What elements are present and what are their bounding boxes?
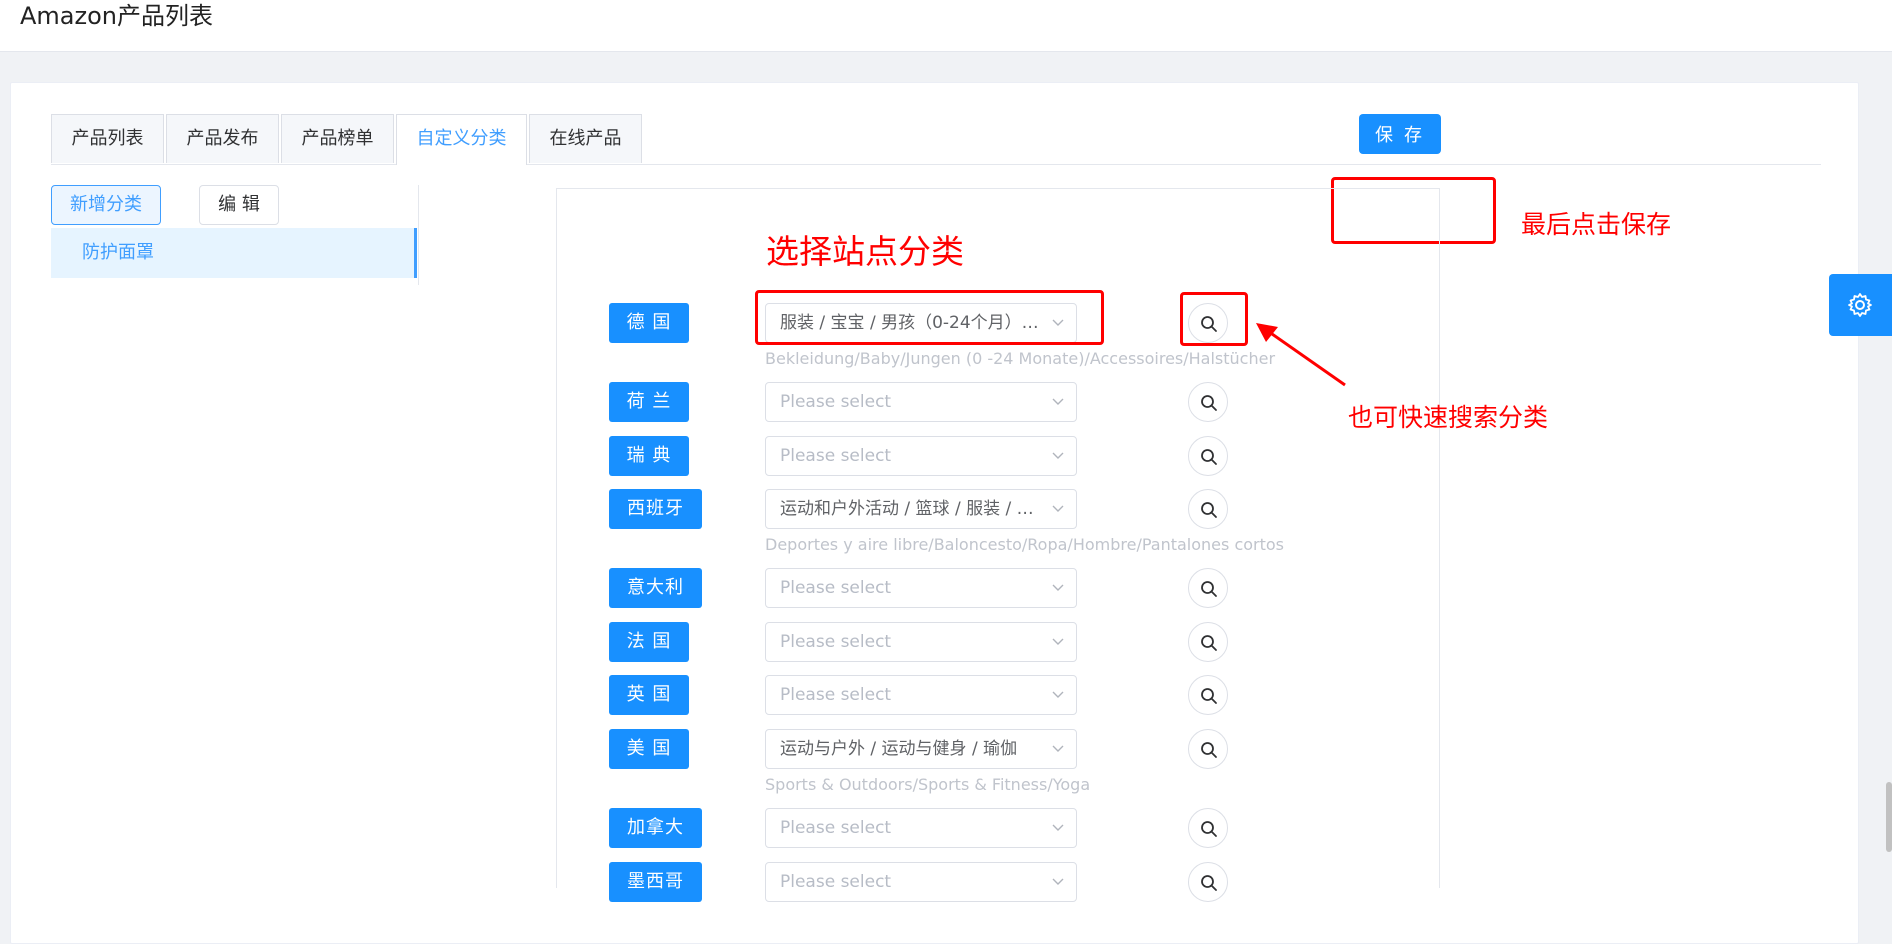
chevron-down-icon [1052, 452, 1064, 459]
page-title: Amazon产品列表 [20, 2, 213, 30]
settings-button[interactable] [1829, 274, 1892, 336]
site-tag-de[interactable]: 德 国 [609, 303, 689, 343]
category-hint-us: Sports & Outdoors/Sports & Fitness/Yoga [765, 775, 1091, 794]
site-tag-fr[interactable]: 法 国 [609, 622, 689, 662]
select-value: 运动和户外活动 / 篮球 / 服装 / 男士 / 短裤 [780, 499, 1077, 519]
site-tag-nl[interactable]: 荷 兰 [609, 382, 689, 422]
category-select-fr[interactable]: Please select [765, 622, 1077, 662]
chevron-down-icon [1052, 584, 1064, 591]
save-annotation-text: 最后点击保存 [1521, 210, 1672, 239]
select-placeholder: Please select [780, 578, 892, 598]
select-placeholder: Please select [780, 872, 892, 892]
quick-search-annotation-text: 也可快速搜索分类 [1348, 403, 1549, 432]
select-placeholder: Please select [780, 685, 892, 705]
search-icon [1201, 742, 1217, 758]
tab-bar: 产品列表 产品发布 产品榜单 自定义分类 在线产品 [51, 114, 1821, 165]
gear-icon [1848, 293, 1872, 317]
search-category-button-mx[interactable] [1188, 862, 1228, 902]
site-row: 意大利 Please select [557, 568, 1441, 608]
search-icon [1201, 875, 1217, 891]
select-value: 运动与户外 / 运动与健身 / 瑜伽 [780, 739, 1018, 759]
site-tag-se[interactable]: 瑞 典 [609, 436, 689, 476]
select-placeholder: Please select [780, 818, 892, 838]
chevron-down-icon [1052, 691, 1064, 698]
search-icon [1201, 688, 1217, 704]
site-tag-ca[interactable]: 加拿大 [609, 808, 702, 848]
search-category-button-uk[interactable] [1188, 675, 1228, 715]
site-row: 瑞 典 Please select [557, 436, 1441, 476]
category-select-es[interactable]: 运动和户外活动 / 篮球 / 服装 / 男士 / 短裤 [765, 489, 1077, 529]
search-icon [1201, 581, 1217, 597]
site-tag-mx[interactable]: 墨西哥 [609, 862, 702, 902]
select-annotation-box [755, 290, 1104, 345]
category-select-se[interactable]: Please select [765, 436, 1077, 476]
site-row: 法 国 Please select [557, 622, 1441, 662]
category-select-us[interactable]: 运动与户外 / 运动与健身 / 瑜伽 [765, 729, 1077, 769]
select-placeholder: Please select [780, 632, 892, 652]
site-tag-uk[interactable]: 英 国 [609, 675, 689, 715]
search-icon [1201, 449, 1217, 465]
chevron-down-icon [1052, 824, 1064, 831]
search-category-button-it[interactable] [1188, 568, 1228, 608]
chevron-down-icon [1052, 505, 1064, 512]
tab-custom-category[interactable]: 自定义分类 [396, 114, 527, 165]
chevron-down-icon [1052, 878, 1064, 885]
search-category-button-us[interactable] [1188, 729, 1228, 769]
search-category-button-ca[interactable] [1188, 808, 1228, 848]
edit-button[interactable]: 编 辑 [199, 185, 279, 225]
search-icon [1201, 395, 1217, 411]
category-hint-de: Bekleidung/Baby/Jungen (0 -24 Monate)/Ac… [765, 349, 1276, 368]
select-placeholder: Please select [780, 446, 892, 466]
category-select-nl[interactable]: Please select [765, 382, 1077, 422]
search-category-button-se[interactable] [1188, 436, 1228, 476]
chevron-down-icon [1052, 638, 1064, 645]
scrollbar-thumb[interactable] [1886, 782, 1892, 852]
left-pane-divider [418, 185, 419, 285]
category-select-uk[interactable]: Please select [765, 675, 1077, 715]
site-row: 加拿大 Please select [557, 808, 1441, 848]
select-placeholder: Please select [780, 392, 892, 412]
tab-online-products[interactable]: 在线产品 [529, 114, 642, 163]
site-row: 西班牙 运动和户外活动 / 篮球 / 服装 / 男士 / 短裤 Deportes… [557, 489, 1441, 554]
search-category-button-fr[interactable] [1188, 622, 1228, 662]
site-tag-it[interactable]: 意大利 [609, 568, 702, 608]
search-annotation-box [1180, 292, 1248, 346]
category-select-mx[interactable]: Please select [765, 862, 1077, 902]
site-row: 墨西哥 Please select [557, 862, 1441, 902]
site-tag-es[interactable]: 西班牙 [609, 489, 702, 529]
category-hint-es: Deportes y aire libre/Baloncesto/Ropa/Ho… [765, 535, 1284, 554]
site-tag-us[interactable]: 美 国 [609, 729, 689, 769]
add-category-button[interactable]: 新增分类 [51, 185, 161, 225]
tab-product-publish[interactable]: 产品发布 [166, 114, 279, 163]
save-button[interactable]: 保 存 [1359, 114, 1441, 154]
tab-product-ranking[interactable]: 产品榜单 [281, 114, 394, 163]
chevron-down-icon [1052, 398, 1064, 405]
search-icon [1201, 502, 1217, 518]
annotation-arrow-icon [1256, 323, 1346, 387]
search-icon [1201, 635, 1217, 651]
site-row: 美 国 运动与户外 / 运动与健身 / 瑜伽 Sports & Outdoors… [557, 729, 1441, 794]
category-select-ca[interactable]: Please select [765, 808, 1077, 848]
category-item[interactable]: 防护面罩 [51, 228, 417, 278]
site-row: 英 国 Please select [557, 675, 1441, 715]
category-select-it[interactable]: Please select [765, 568, 1077, 608]
search-category-button-es[interactable] [1188, 489, 1228, 529]
tab-product-list[interactable]: 产品列表 [51, 114, 164, 163]
chevron-down-icon [1052, 745, 1064, 752]
top-bar: Amazon产品列表 [0, 0, 1892, 52]
search-icon [1201, 821, 1217, 837]
search-category-button-nl[interactable] [1188, 382, 1228, 422]
